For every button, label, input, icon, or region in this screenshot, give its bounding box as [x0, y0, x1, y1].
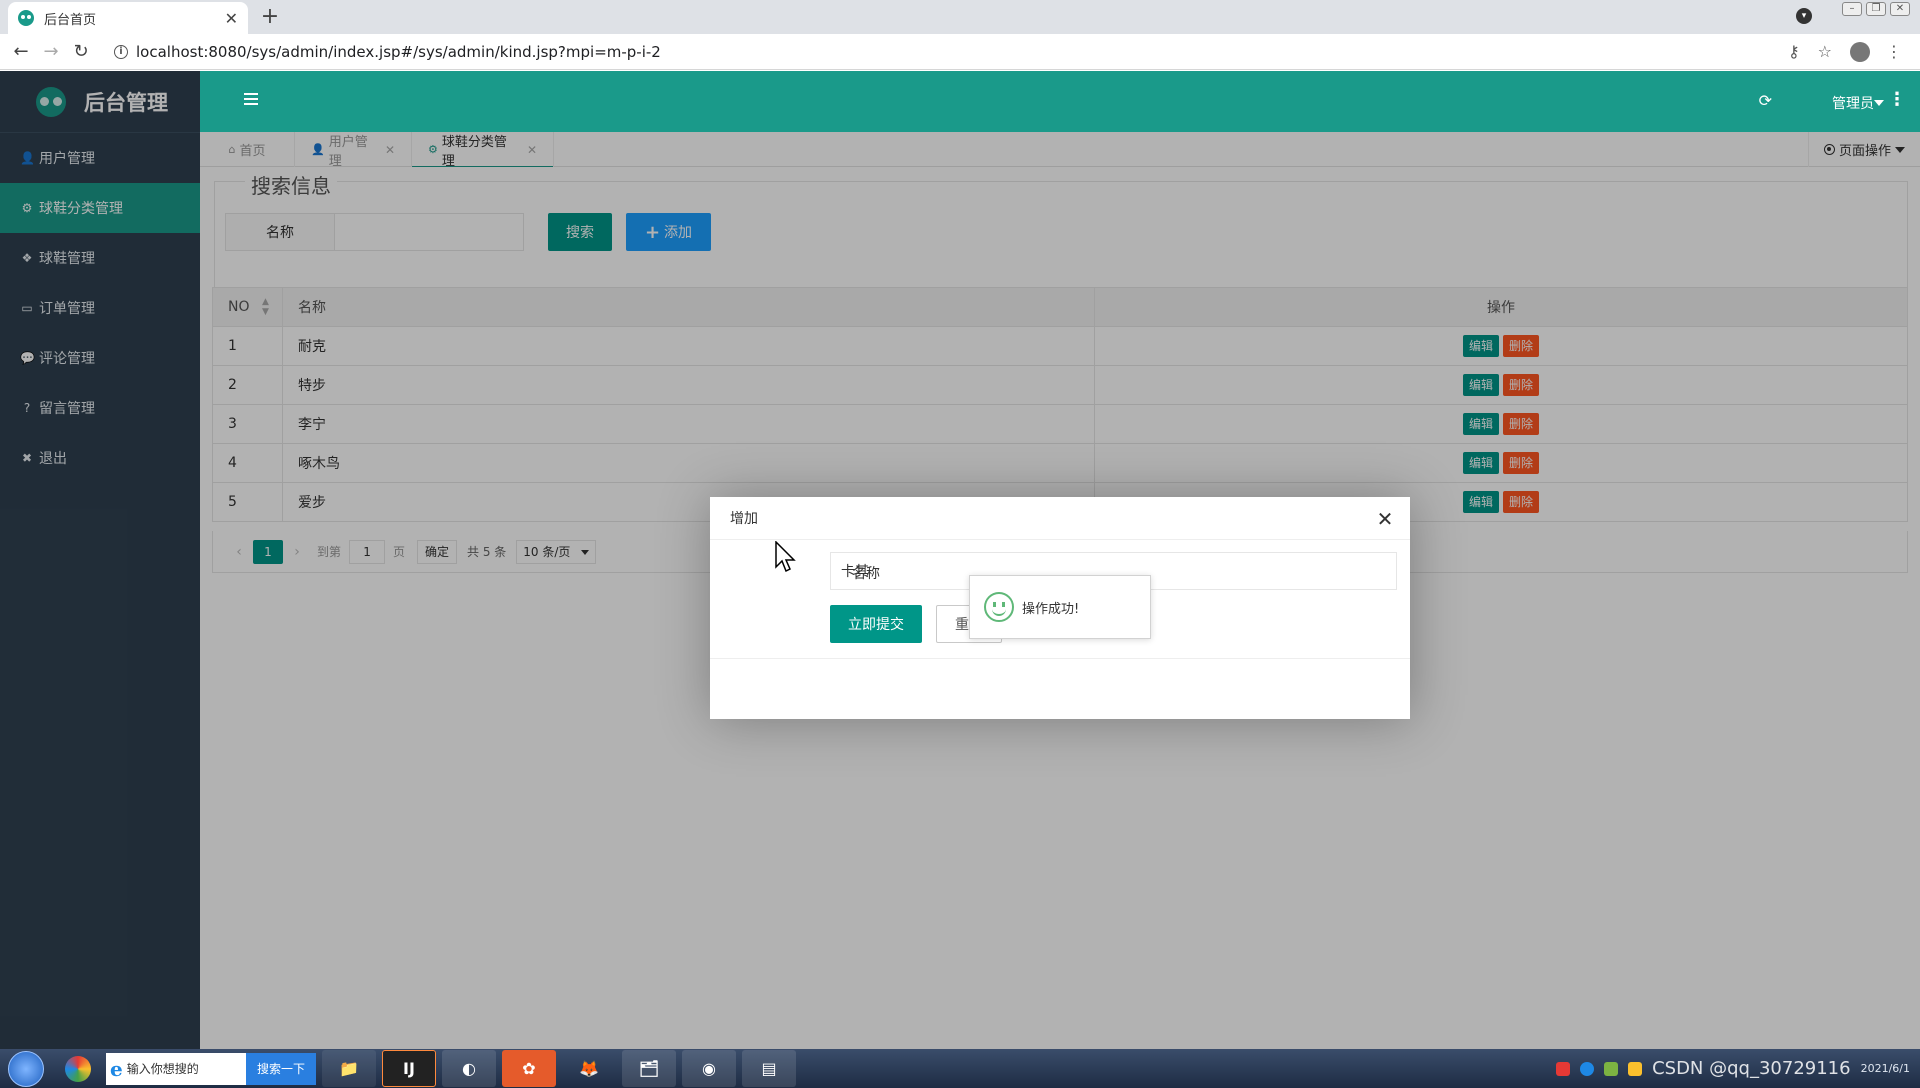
minimize-icon[interactable]: – — [1842, 2, 1862, 16]
top-header: ⟳ 管理员 ⋮ — [200, 71, 1920, 132]
os-taskbar: e 输入你想搜的 搜索一下 📁 IJ ◐ ✿ 🦊 🗂 ◉ ▤ CSDN @qq_… — [0, 1049, 1920, 1088]
sogou-input-icon[interactable] — [1556, 1061, 1571, 1076]
clock-date[interactable]: 2021/6/1 — [1861, 1062, 1910, 1075]
system-tray: CSDN @qq_30729116 2021/6/1 — [1556, 1049, 1920, 1088]
admin-user-menu[interactable]: 管理员 — [1832, 93, 1874, 113]
address-bar: ← → ↻ i localhost:8080/sys/admin/index.j… — [0, 34, 1920, 70]
dialog-title: 增加 — [730, 511, 758, 527]
taskbar-search-input[interactable]: e 输入你想搜的 — [106, 1052, 246, 1085]
site-info-icon[interactable]: i — [114, 44, 128, 59]
url-field[interactable]: localhost:8080/sys/admin/index.jsp#/sys/… — [136, 43, 1788, 61]
terminal-app-icon[interactable]: ▤ — [742, 1050, 796, 1087]
more-vertical-icon[interactable]: ⋮ — [1888, 89, 1906, 110]
profile-avatar-icon[interactable] — [1850, 41, 1870, 62]
browser-tab[interactable]: 后台首页 ✕ — [8, 2, 248, 34]
window-close-icon[interactable]: ✕ — [1890, 2, 1910, 16]
close-tab-icon[interactable]: ✕ — [225, 9, 238, 28]
favicon-icon — [18, 10, 34, 26]
forward-icon[interactable]: → — [36, 41, 66, 62]
refresh-icon[interactable]: ⟳ — [1759, 91, 1772, 110]
back-icon[interactable]: ← — [6, 41, 36, 62]
file-explorer-icon[interactable]: 🗂 — [622, 1050, 676, 1087]
tab-search-icon[interactable]: ▾ — [1796, 8, 1812, 24]
close-icon[interactable]: ✕ — [1374, 507, 1396, 531]
taskbar-search: e 输入你想搜的 搜索一下 — [106, 1052, 316, 1085]
key-icon[interactable]: ⚷ — [1788, 42, 1800, 61]
window-controls: – ❐ ✕ — [1842, 2, 1910, 16]
restore-icon[interactable]: ❐ — [1866, 2, 1886, 16]
caret-down-icon — [1874, 100, 1884, 106]
toast-message: 操作成功! — [1022, 601, 1080, 617]
folder-app-icon[interactable]: 📁 — [322, 1050, 376, 1087]
submit-button[interactable]: 立即提交 — [830, 605, 922, 643]
watermark-text: CSDN @qq_30729116 — [1652, 1058, 1851, 1079]
network-icon[interactable] — [1628, 1061, 1643, 1076]
ie-icon: e — [110, 1056, 123, 1081]
modal-backdrop-left — [0, 71, 200, 1049]
menu-toggle-icon[interactable] — [244, 93, 258, 105]
media-app-icon[interactable]: ◐ — [442, 1050, 496, 1087]
browser-tab-bar: 后台首页 ✕ + ▾ – ❐ ✕ — [0, 0, 1920, 34]
browser-tab-title: 后台首页 — [44, 12, 97, 28]
firefox-icon[interactable]: 🦊 — [562, 1050, 616, 1087]
help-icon[interactable] — [1580, 1061, 1595, 1076]
reload-icon[interactable]: ↻ — [66, 41, 96, 62]
start-button[interactable] — [8, 1050, 44, 1087]
success-toast: 操作成功! — [969, 575, 1151, 639]
battery-icon[interactable] — [1604, 1061, 1619, 1076]
photo-app-icon[interactable]: ✿ — [502, 1050, 556, 1087]
taskbar-search-placeholder: 输入你想搜的 — [126, 1062, 199, 1076]
taskbar-search-button[interactable]: 搜索一下 — [246, 1052, 316, 1085]
intellij-icon[interactable]: IJ — [382, 1050, 436, 1087]
chrome-icon[interactable]: ◉ — [682, 1050, 736, 1087]
app-360-icon[interactable] — [58, 1050, 98, 1087]
bookmark-star-icon[interactable]: ☆ — [1818, 42, 1832, 61]
browser-menu-icon[interactable]: ⋮ — [1886, 42, 1902, 61]
dialog-header: 增加 — [710, 497, 1410, 540]
smile-icon — [984, 592, 1014, 622]
dialog-divider — [710, 658, 1410, 659]
new-tab-button[interactable]: + — [258, 4, 282, 29]
